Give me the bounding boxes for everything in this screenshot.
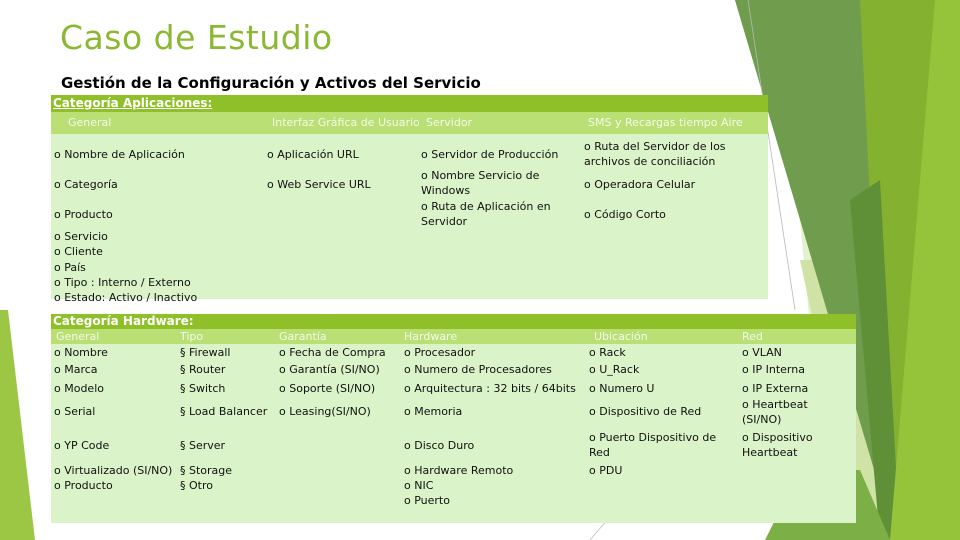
list-item: o Rack <box>589 346 626 359</box>
list-item: o Dispositivo de Red <box>589 405 702 418</box>
list-item: o Aplicación URL <box>267 148 359 161</box>
column-header-gui: Interfaz Gráfica de Usuario <box>272 116 420 129</box>
applications-body: o Nombre de Aplicación o Categoría o Pro… <box>51 134 768 304</box>
list-item: o Web Service URL <box>267 178 371 191</box>
list-item: o Ruta del Servidor de los archivos de c… <box>584 140 726 168</box>
list-item: o IP Interna <box>742 363 805 376</box>
list-item: o Serial <box>54 405 96 418</box>
list-item: o Leasing(SI/NO) <box>279 405 371 418</box>
hardware-table: Categoría Hardware: General Tipo Garantí… <box>51 314 856 523</box>
list-item: o Disco Duro <box>404 439 475 452</box>
column-header-general: General <box>56 330 100 343</box>
list-item: o Hardware Remoto <box>404 464 514 477</box>
applications-category-label: Categoría Aplicaciones: <box>53 96 213 110</box>
list-item: o Dispositivo Heartbeat <box>742 431 813 459</box>
list-item: § Storage <box>180 464 233 477</box>
list-item: o IP Externa <box>742 382 809 395</box>
list-item: o Fecha de Compra <box>279 346 386 359</box>
list-item: § Firewall <box>180 346 231 359</box>
list-item: o Numero U <box>589 382 655 395</box>
list-item: § Load Balancer <box>180 405 268 418</box>
bg-shape-left-wedge <box>0 310 35 540</box>
list-item: o Puerto Dispositivo de Red <box>589 431 717 459</box>
list-item: o YP Code <box>54 439 110 452</box>
slide-title: Caso de Estudio <box>60 18 333 57</box>
list-item: o Servicio <box>54 230 108 243</box>
list-item: o Virtualizado (SI/NO) <box>54 464 173 477</box>
list-item: o Nombre Servicio de Windows <box>421 169 540 197</box>
list-item: o PDU <box>589 464 623 477</box>
list-item: o NIC <box>404 479 434 492</box>
list-item: o Código Corto <box>584 208 666 221</box>
hardware-header-row: General Tipo Garantía Hardware Ubicación… <box>51 329 856 344</box>
list-item: o Operadora Celular <box>584 178 696 191</box>
list-item: o Soporte (SI/NO) <box>279 382 376 395</box>
column-header-ubicacion: Ubicación <box>594 330 648 343</box>
list-item: o Cliente <box>54 245 103 258</box>
list-item: o País <box>54 261 86 274</box>
column-header-sms: SMS y Recargas tiempo Aire <box>588 116 743 129</box>
list-item: o Producto <box>54 208 113 221</box>
column-header-tipo: Tipo <box>180 330 204 343</box>
list-item: o Ruta de Aplicación en Servidor <box>421 200 551 228</box>
list-item: § Router <box>180 363 226 376</box>
list-item: o VLAN <box>742 346 782 359</box>
list-item: o Categoría <box>54 178 118 191</box>
list-item: o Heartbeat (SI/NO) <box>742 398 808 426</box>
applications-header-row: General Interfaz Gráfica de Usuario Serv… <box>51 112 768 134</box>
list-item: o U_Rack <box>589 363 640 376</box>
list-item: o Servidor de Producción <box>421 148 559 161</box>
list-item: o Garantía (SI/NO) <box>279 363 380 376</box>
list-item: o Marca <box>54 363 98 376</box>
list-item: o Modelo <box>54 382 104 395</box>
list-item: o Estado: Activo / Inactivo <box>54 291 198 304</box>
applications-table: Categoría Aplicaciones: General Interfaz… <box>51 95 768 304</box>
list-item: o Numero de Procesadores <box>404 363 552 376</box>
list-item: § Otro <box>180 479 213 492</box>
list-item: o Arquitectura : 32 bits / 64bits <box>404 382 576 395</box>
list-item: o Nombre de Aplicación <box>54 148 185 161</box>
list-item: o Puerto <box>404 494 450 507</box>
column-header-garantia: Garantía <box>279 330 327 343</box>
list-item: o Producto <box>54 479 113 492</box>
slide-subtitle: Gestión de la Configuración y Activos de… <box>61 74 481 92</box>
list-item: o Nombre <box>54 346 108 359</box>
hardware-category-bar: Categoría Hardware: <box>51 314 856 329</box>
column-header-servidor: Servidor <box>426 116 473 129</box>
list-item: § Switch <box>180 382 226 395</box>
list-item: o Memoria <box>404 405 463 418</box>
applications-category-bar: Categoría Aplicaciones: <box>51 95 768 112</box>
hardware-body: o Nombre o Marca o Modelo o Serial o YP Code… <box>51 344 856 523</box>
column-header-general: General <box>68 116 112 129</box>
list-item: o Procesador <box>404 346 476 359</box>
column-header-red: Red <box>742 330 763 343</box>
list-item: o Tipo : Interno / Externo <box>54 276 191 289</box>
column-header-hardware: Hardware <box>404 330 458 343</box>
list-item: § Server <box>180 439 226 452</box>
hardware-category-label: Categoría Hardware: <box>53 314 194 328</box>
